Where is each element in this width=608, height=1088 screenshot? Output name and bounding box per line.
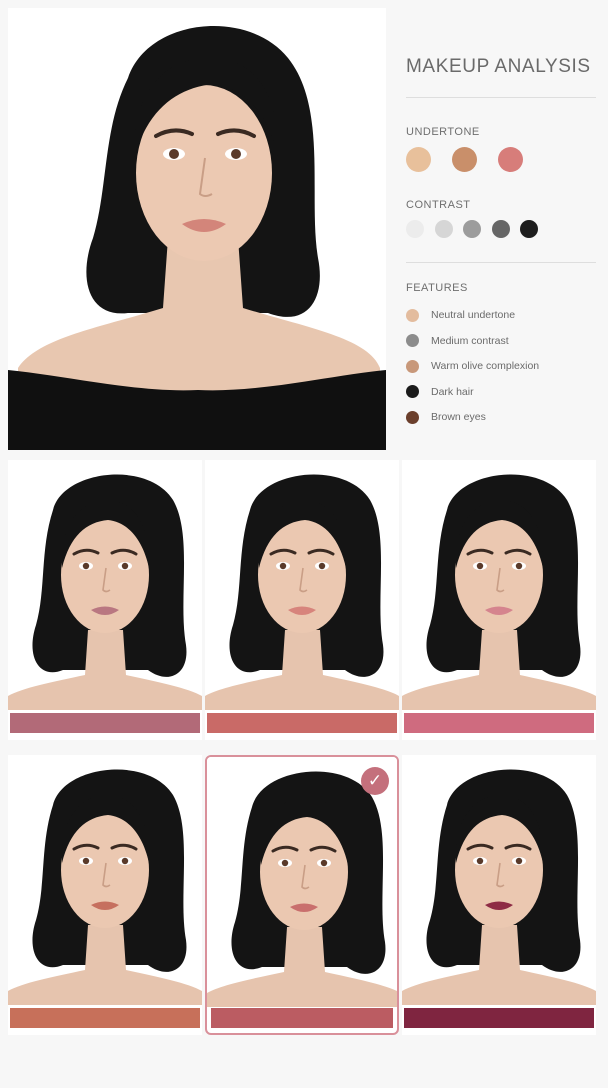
portrait-image — [207, 757, 397, 1007]
lip-color-swatch — [10, 713, 200, 733]
contrast-swatch — [520, 220, 538, 238]
feature-dot-icon — [406, 385, 419, 398]
look-card[interactable] — [402, 460, 596, 740]
look-card[interactable]: ✓ — [205, 755, 399, 1035]
divider — [406, 262, 596, 263]
portrait-image — [8, 25, 386, 450]
feature-dot-icon — [406, 359, 419, 373]
contrast-swatch — [491, 220, 510, 238]
hero-portrait — [8, 8, 386, 450]
feature-label: Neutral undertone — [431, 309, 516, 321]
portrait-image — [205, 460, 399, 710]
checkmark-icon: ✓ — [361, 767, 389, 795]
feature-dot-icon — [406, 334, 419, 347]
undertone-swatch — [406, 147, 431, 172]
features-label: FEATURES — [406, 282, 468, 294]
portrait-image — [402, 460, 596, 710]
lip-color-swatch — [404, 713, 594, 733]
look-card[interactable] — [8, 755, 202, 1035]
contrast-label: CONTRAST — [406, 199, 471, 211]
lip-color-swatch — [211, 1008, 393, 1028]
feature-item: Neutral undertone — [406, 307, 515, 323]
makeup-analysis-panel: MAKEUP ANALYSIS UNDERTONE CONTRAST FEATU… — [406, 0, 598, 450]
portrait-image — [402, 755, 596, 1005]
feature-item: Brown eyes — [406, 409, 486, 425]
feature-dot-icon — [406, 308, 419, 322]
undertone-label: UNDERTONE — [406, 126, 480, 138]
lip-color-swatch — [10, 1008, 200, 1028]
undertone-swatch — [452, 147, 477, 172]
look-card[interactable] — [205, 460, 399, 740]
portrait-image — [8, 755, 202, 1005]
undertone-swatch — [498, 147, 523, 172]
portrait-image — [8, 460, 202, 710]
feature-item: Warm olive complexion — [406, 358, 539, 374]
feature-label: Brown eyes — [431, 411, 486, 423]
look-card[interactable] — [8, 460, 202, 740]
panel-title: MAKEUP ANALYSIS — [406, 56, 591, 77]
lip-color-swatch — [404, 1008, 594, 1028]
lip-color-swatch — [207, 713, 397, 733]
contrast-swatch — [434, 220, 453, 238]
feature-item: Medium contrast — [406, 333, 509, 349]
divider — [406, 97, 596, 98]
feature-label: Warm olive complexion — [431, 360, 540, 372]
contrast-swatch — [463, 220, 481, 238]
feature-dot-icon — [406, 410, 419, 424]
feature-label: Dark hair — [431, 385, 474, 398]
feature-label: Medium contrast — [431, 334, 509, 347]
feature-item: Dark hair — [406, 384, 474, 400]
contrast-swatch — [406, 220, 424, 238]
look-card[interactable] — [402, 755, 596, 1035]
